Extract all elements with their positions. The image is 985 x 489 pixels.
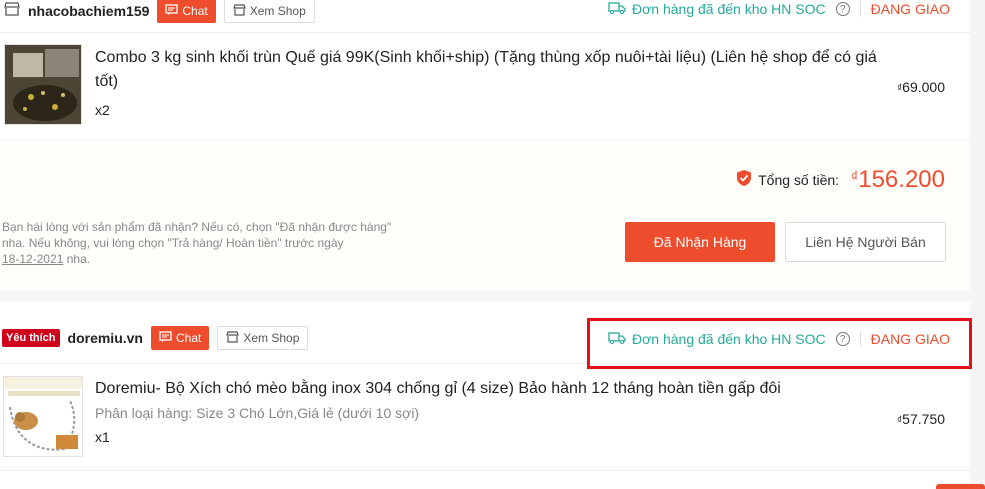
help-icon[interactable]: ? (835, 2, 850, 16)
storefront-icon (226, 330, 240, 346)
shop-name[interactable]: doremiu.vn (68, 330, 143, 346)
total-label: Tổng số tiền: (758, 172, 840, 188)
delivery-status-text: Đơn hàng đã đến kho HN SOC (632, 1, 826, 17)
divider (0, 470, 970, 471)
shopee-guarantee-icon (736, 169, 752, 192)
chat-label: Chat (182, 4, 208, 18)
product-name[interactable]: Combo 3 kg sinh khối trùn Quế giá 99K(Si… (95, 46, 885, 94)
shop-name[interactable]: nhacobachiem159 (28, 3, 149, 19)
divider (859, 1, 861, 17)
truck-icon (608, 1, 626, 18)
order-summary-1: Tổng số tiền: ₫156.200 Bạn hài lòng với … (0, 141, 970, 291)
product-variant: Phân loại hàng: Size 3 Chó Lớn,Giá lẻ (d… (95, 405, 420, 421)
product-name[interactable]: Doremiu- Bộ Xích chó mèo bằng inox 304 c… (95, 377, 885, 401)
price-value: 57.750 (902, 411, 945, 427)
view-shop-button[interactable]: Xem Shop (217, 326, 309, 350)
chat-label: Chat (175, 331, 202, 345)
storefront-icon (232, 3, 246, 19)
price-value: 69.000 (902, 79, 945, 95)
note-date: 18-12-2021 (2, 252, 64, 266)
product-name-line-1: Combo 3 kg sinh khối trùn Quế giá 99K(Si… (95, 49, 877, 66)
highlight-box (587, 318, 972, 369)
chat-icon (165, 3, 179, 19)
favorite-shop-badge: Yêu thích (2, 329, 60, 347)
total-value: 156.200 (858, 166, 945, 193)
divider (0, 32, 970, 33)
product-price: ₫57.750 (897, 411, 945, 427)
product-thumbnail[interactable] (3, 376, 83, 457)
confirm-note: Bạn hài lòng với sản phẩm đã nhận? Nếu c… (2, 219, 422, 267)
view-shop-label: Xem Shop (243, 331, 300, 345)
note-suffix: nha. (63, 252, 91, 266)
chat-button[interactable]: Chat (157, 0, 216, 23)
view-shop-button[interactable]: Xem Shop (223, 0, 315, 23)
order-received-button[interactable]: Đã Nhận Hàng (625, 222, 775, 262)
note-line-1: Bạn hài lòng với sản phẩm đã nhận? Nếu c… (2, 220, 392, 234)
order-status: ĐANG GIAO (870, 1, 950, 17)
order-card-1: nhacobachiem159 Chat Xem Shop Đơn hàng đ… (0, 0, 970, 140)
product-thumbnail[interactable] (4, 44, 82, 125)
product-quantity: x2 (95, 102, 110, 118)
chat-icon (159, 330, 172, 346)
product-name-line-2: tốt) (95, 73, 119, 90)
floating-edge-element (936, 484, 985, 489)
total-amount: ₫156.200 (851, 166, 945, 194)
chat-button[interactable]: Chat (150, 326, 210, 350)
delivery-status[interactable]: Đơn hàng đã đến kho HN SOC (608, 1, 826, 18)
product-price: ₫69.000 (897, 79, 945, 95)
shop-icon (4, 1, 20, 21)
product-quantity: x1 (95, 429, 110, 445)
note-line-2: nha. Nếu không, vui lòng chọn "Trả hàng/… (2, 236, 344, 250)
view-shop-label: Xem Shop (249, 4, 306, 18)
contact-seller-button[interactable]: Liên Hệ Người Bán (785, 222, 946, 262)
